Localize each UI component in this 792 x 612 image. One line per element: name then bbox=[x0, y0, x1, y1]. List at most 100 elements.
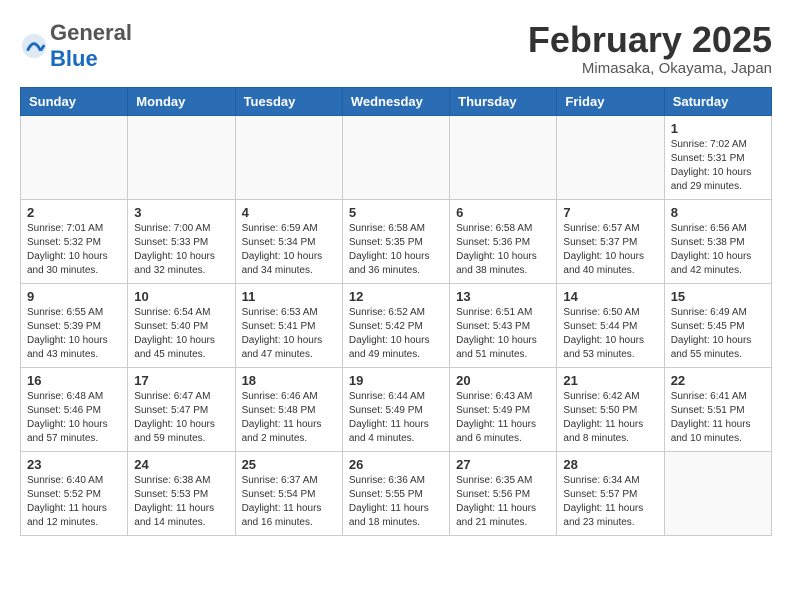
calendar-cell: 14 Sunrise: 6:50 AM Sunset: 5:44 PM Dayli… bbox=[557, 283, 664, 367]
calendar-cell: 28 Sunrise: 6:34 AM Sunset: 5:57 PM Dayli… bbox=[557, 451, 664, 535]
day-number: 11 bbox=[242, 289, 336, 304]
calendar-cell: 20 Sunrise: 6:43 AM Sunset: 5:49 PM Dayli… bbox=[450, 367, 557, 451]
weekday-header-row: SundayMondayTuesdayWednesdayThursdayFrid… bbox=[21, 87, 772, 115]
calendar-cell: 13Sunrise: 6:51 AM Sunset: 5:43 PM Dayli… bbox=[450, 283, 557, 367]
calendar-cell: 19 Sunrise: 6:44 AM Sunset: 5:49 PM Dayli… bbox=[342, 367, 449, 451]
day-number: 8 bbox=[671, 205, 765, 220]
calendar-cell: 3 Sunrise: 7:00 AM Sunset: 5:33 PM Daylig… bbox=[128, 199, 235, 283]
day-detail: Sunrise: 6:35 AM Sunset: 5:56 PM Dayligh… bbox=[456, 474, 550, 530]
day-detail: Sunrise: 6:59 AM Sunset: 5:34 PM Dayligh… bbox=[242, 222, 336, 278]
calendar-cell: 2 Sunrise: 7:01 AM Sunset: 5:32 PM Daylig… bbox=[21, 199, 128, 283]
day-number: 28 bbox=[563, 457, 657, 472]
calendar-week-row: 9 Sunrise: 6:55 AM Sunset: 5:39 PM Daylig… bbox=[21, 283, 772, 367]
day-number: 24 bbox=[134, 457, 228, 472]
day-number: 12 bbox=[349, 289, 443, 304]
weekday-header-sunday: Sunday bbox=[21, 87, 128, 115]
day-detail: Sunrise: 6:38 AM Sunset: 5:53 PM Dayligh… bbox=[134, 474, 228, 530]
day-detail: Sunrise: 6:56 AM Sunset: 5:38 PM Dayligh… bbox=[671, 222, 765, 278]
day-detail: Sunrise: 6:55 AM Sunset: 5:39 PM Dayligh… bbox=[27, 306, 121, 362]
calendar-cell bbox=[235, 115, 342, 199]
day-number: 26 bbox=[349, 457, 443, 472]
day-detail: Sunrise: 6:41 AM Sunset: 5:51 PM Dayligh… bbox=[671, 390, 765, 446]
calendar-week-row: 2 Sunrise: 7:01 AM Sunset: 5:32 PM Daylig… bbox=[21, 199, 772, 283]
day-detail: Sunrise: 6:34 AM Sunset: 5:57 PM Dayligh… bbox=[563, 474, 657, 530]
day-detail: Sunrise: 6:58 AM Sunset: 5:35 PM Dayligh… bbox=[349, 222, 443, 278]
calendar-cell: 8 Sunrise: 6:56 AM Sunset: 5:38 PM Daylig… bbox=[664, 199, 771, 283]
day-number: 27 bbox=[456, 457, 550, 472]
calendar-cell: 22 Sunrise: 6:41 AM Sunset: 5:51 PM Dayli… bbox=[664, 367, 771, 451]
calendar-cell: 26 Sunrise: 6:36 AM Sunset: 5:55 PM Dayli… bbox=[342, 451, 449, 535]
calendar-cell: 23Sunrise: 6:40 AM Sunset: 5:52 PM Dayli… bbox=[21, 451, 128, 535]
day-number: 20 bbox=[456, 373, 550, 388]
calendar-cell: 5 Sunrise: 6:58 AM Sunset: 5:35 PM Daylig… bbox=[342, 199, 449, 283]
calendar-cell bbox=[128, 115, 235, 199]
calendar-cell: 25Sunrise: 6:37 AM Sunset: 5:54 PM Dayli… bbox=[235, 451, 342, 535]
day-detail: Sunrise: 6:44 AM Sunset: 5:49 PM Dayligh… bbox=[349, 390, 443, 446]
calendar-cell bbox=[664, 451, 771, 535]
day-number: 9 bbox=[27, 289, 121, 304]
calendar-table: SundayMondayTuesdayWednesdayThursdayFrid… bbox=[20, 87, 772, 536]
day-detail: Sunrise: 6:36 AM Sunset: 5:55 PM Dayligh… bbox=[349, 474, 443, 530]
day-number: 2 bbox=[27, 205, 121, 220]
day-number: 7 bbox=[563, 205, 657, 220]
calendar-week-row: 16Sunrise: 6:48 AM Sunset: 5:46 PM Dayli… bbox=[21, 367, 772, 451]
day-number: 22 bbox=[671, 373, 765, 388]
day-number: 17 bbox=[134, 373, 228, 388]
calendar-week-row: 23Sunrise: 6:40 AM Sunset: 5:52 PM Dayli… bbox=[21, 451, 772, 535]
day-number: 10 bbox=[134, 289, 228, 304]
calendar-cell bbox=[21, 115, 128, 199]
title-block: February 2025 Mimasaka, Okayama, Japan bbox=[528, 20, 772, 77]
day-detail: Sunrise: 7:00 AM Sunset: 5:33 PM Dayligh… bbox=[134, 222, 228, 278]
calendar-cell: 6 Sunrise: 6:58 AM Sunset: 5:36 PM Daylig… bbox=[450, 199, 557, 283]
calendar-cell: 7 Sunrise: 6:57 AM Sunset: 5:37 PM Daylig… bbox=[557, 199, 664, 283]
weekday-header-tuesday: Tuesday bbox=[235, 87, 342, 115]
day-detail: Sunrise: 6:37 AM Sunset: 5:54 PM Dayligh… bbox=[242, 474, 336, 530]
day-number: 6 bbox=[456, 205, 550, 220]
day-detail: Sunrise: 6:46 AM Sunset: 5:48 PM Dayligh… bbox=[242, 390, 336, 446]
day-detail: Sunrise: 6:54 AM Sunset: 5:40 PM Dayligh… bbox=[134, 306, 228, 362]
day-detail: Sunrise: 7:02 AM Sunset: 5:31 PM Dayligh… bbox=[671, 138, 765, 194]
day-detail: Sunrise: 6:47 AM Sunset: 5:47 PM Dayligh… bbox=[134, 390, 228, 446]
day-detail: Sunrise: 6:53 AM Sunset: 5:41 PM Dayligh… bbox=[242, 306, 336, 362]
calendar-cell: 27 Sunrise: 6:35 AM Sunset: 5:56 PM Dayli… bbox=[450, 451, 557, 535]
calendar-cell: 21Sunrise: 6:42 AM Sunset: 5:50 PM Dayli… bbox=[557, 367, 664, 451]
day-number: 13 bbox=[456, 289, 550, 304]
day-number: 15 bbox=[671, 289, 765, 304]
logo: General Blue bbox=[20, 20, 132, 72]
weekday-header-thursday: Thursday bbox=[450, 87, 557, 115]
calendar-cell: 4 Sunrise: 6:59 AM Sunset: 5:34 PM Daylig… bbox=[235, 199, 342, 283]
day-number: 19 bbox=[349, 373, 443, 388]
calendar-cell bbox=[342, 115, 449, 199]
page-header: General Blue February 2025 Mimasaka, Oka… bbox=[20, 20, 772, 77]
day-detail: Sunrise: 6:58 AM Sunset: 5:36 PM Dayligh… bbox=[456, 222, 550, 278]
weekday-header-monday: Monday bbox=[128, 87, 235, 115]
calendar-cell bbox=[450, 115, 557, 199]
day-detail: Sunrise: 6:57 AM Sunset: 5:37 PM Dayligh… bbox=[563, 222, 657, 278]
day-detail: Sunrise: 6:42 AM Sunset: 5:50 PM Dayligh… bbox=[563, 390, 657, 446]
weekday-header-wednesday: Wednesday bbox=[342, 87, 449, 115]
day-number: 14 bbox=[563, 289, 657, 304]
calendar-cell: 24 Sunrise: 6:38 AM Sunset: 5:53 PM Dayli… bbox=[128, 451, 235, 535]
day-detail: Sunrise: 7:01 AM Sunset: 5:32 PM Dayligh… bbox=[27, 222, 121, 278]
logo-blue-text: Blue bbox=[50, 46, 98, 71]
day-number: 4 bbox=[242, 205, 336, 220]
day-detail: Sunrise: 6:52 AM Sunset: 5:42 PM Dayligh… bbox=[349, 306, 443, 362]
calendar-cell: 15 Sunrise: 6:49 AM Sunset: 5:45 PM Dayli… bbox=[664, 283, 771, 367]
day-detail: Sunrise: 6:50 AM Sunset: 5:44 PM Dayligh… bbox=[563, 306, 657, 362]
weekday-header-saturday: Saturday bbox=[664, 87, 771, 115]
calendar-cell: 18 Sunrise: 6:46 AM Sunset: 5:48 PM Dayli… bbox=[235, 367, 342, 451]
day-number: 5 bbox=[349, 205, 443, 220]
calendar-cell: 12 Sunrise: 6:52 AM Sunset: 5:42 PM Dayli… bbox=[342, 283, 449, 367]
calendar-cell: 16Sunrise: 6:48 AM Sunset: 5:46 PM Dayli… bbox=[21, 367, 128, 451]
calendar-cell: 10 Sunrise: 6:54 AM Sunset: 5:40 PM Dayli… bbox=[128, 283, 235, 367]
day-number: 3 bbox=[134, 205, 228, 220]
day-detail: Sunrise: 6:49 AM Sunset: 5:45 PM Dayligh… bbox=[671, 306, 765, 362]
logo-general-text: General bbox=[50, 20, 132, 45]
day-number: 23 bbox=[27, 457, 121, 472]
calendar-cell bbox=[557, 115, 664, 199]
logo-icon bbox=[20, 32, 48, 60]
day-detail: Sunrise: 6:48 AM Sunset: 5:46 PM Dayligh… bbox=[27, 390, 121, 446]
day-detail: Sunrise: 6:43 AM Sunset: 5:49 PM Dayligh… bbox=[456, 390, 550, 446]
calendar-cell: 17 Sunrise: 6:47 AM Sunset: 5:47 PM Dayli… bbox=[128, 367, 235, 451]
day-number: 18 bbox=[242, 373, 336, 388]
